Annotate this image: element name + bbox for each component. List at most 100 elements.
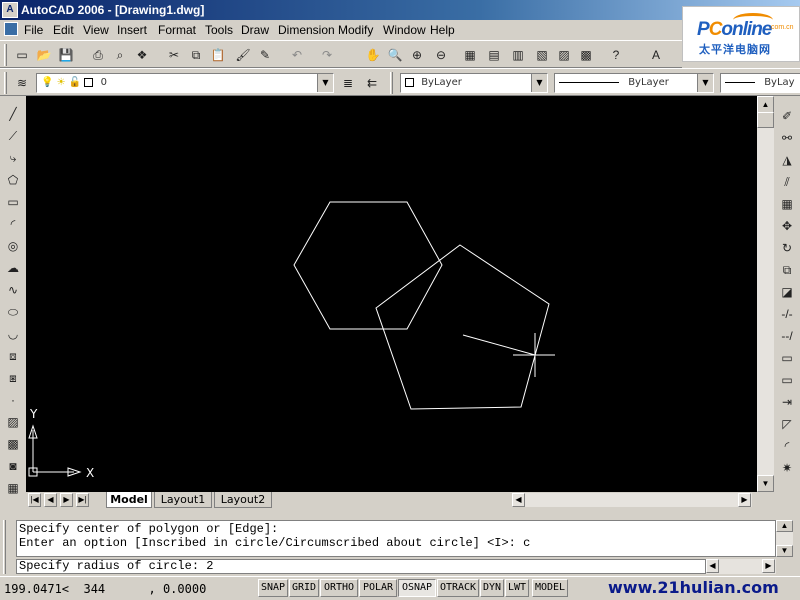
tab-layout1[interactable]: Layout1 [154, 492, 212, 508]
polyline-icon[interactable]: ⤷ [3, 148, 23, 168]
insert-block-icon[interactable]: ⧈ [3, 346, 23, 366]
vertical-scrollbar[interactable]: ▲ ▼ [757, 96, 774, 492]
last-tab-icon[interactable]: ▶| [76, 493, 89, 507]
scale-icon[interactable]: ⧉ [777, 260, 797, 280]
fillet-icon[interactable]: ◜ [777, 436, 797, 456]
chevron-down-icon[interactable]: ▼ [317, 74, 333, 92]
stretch-icon[interactable]: ◪ [777, 282, 797, 302]
layer-previous-icon[interactable]: ⇇ [362, 73, 382, 93]
menu-edit[interactable]: Edit [53, 23, 74, 37]
scroll-down-icon[interactable]: ▼ [776, 545, 793, 557]
menu-draw[interactable]: Draw [241, 23, 269, 37]
text-style-icon[interactable]: A [646, 45, 666, 65]
prev-tab-icon[interactable]: ◀ [44, 493, 57, 507]
dyn-toggle[interactable]: DYN [480, 579, 504, 597]
make-block-icon[interactable]: ⧆ [3, 368, 23, 388]
open-icon[interactable]: 📂 [34, 45, 54, 65]
rotate-icon[interactable]: ↻ [777, 238, 797, 258]
lwt-toggle[interactable]: LWT [505, 579, 529, 597]
mirror-icon[interactable]: ◮ [777, 150, 797, 170]
model-toggle[interactable]: MODEL [532, 579, 568, 597]
quickcalc-icon[interactable]: ▩ [576, 45, 596, 65]
ellipse-icon[interactable]: ⬭ [3, 302, 23, 322]
offset-icon[interactable]: ⫽ [777, 172, 797, 192]
block-editor-icon[interactable]: ✎ [255, 45, 275, 65]
scroll-right-icon[interactable]: ▶ [762, 559, 775, 573]
menu-help[interactable]: Help [430, 23, 455, 37]
design-center-icon[interactable]: ▤ [484, 45, 504, 65]
zoom-window-icon[interactable]: ⊕ [407, 45, 427, 65]
redo-icon[interactable]: ↷ [317, 45, 337, 65]
undo-icon[interactable]: ↶ [287, 45, 307, 65]
break-icon[interactable]: ▭ [777, 370, 797, 390]
scroll-up-icon[interactable]: ▲ [776, 520, 793, 532]
erase-icon[interactable]: ✐ [777, 106, 797, 126]
copy-icon[interactable]: ⧉ [186, 45, 206, 65]
help-icon[interactable]: ? [606, 45, 626, 65]
construction-line-icon[interactable]: ⟋ [3, 126, 23, 146]
chevron-down-icon[interactable]: ▼ [697, 74, 713, 92]
horizontal-scrollbar[interactable]: ◀ ▶ [512, 493, 752, 507]
command-grip[interactable] [3, 520, 6, 574]
layer-manager-icon[interactable]: ≋ [12, 73, 32, 93]
publish-icon[interactable]: ❖ [132, 45, 152, 65]
rectangle-icon[interactable]: ▭ [3, 192, 23, 212]
linetype-dropdown[interactable]: ByLayer ▼ [554, 73, 714, 93]
scroll-right-icon[interactable]: ▶ [738, 493, 751, 507]
circle-icon[interactable]: ◎ [3, 236, 23, 256]
save-icon[interactable]: 💾 [56, 45, 76, 65]
hatch-icon[interactable]: ▨ [3, 412, 23, 432]
toolbar-grip[interactable] [4, 44, 7, 66]
coordinate-readout[interactable]: 199.0471< 344 , 0.0000 [4, 581, 254, 598]
plot-icon[interactable]: ⎙ [88, 45, 108, 65]
grid-toggle[interactable]: GRID [289, 579, 319, 597]
zoom-previous-icon[interactable]: ⊖ [431, 45, 451, 65]
tab-model[interactable]: Model [106, 492, 152, 508]
arc-icon[interactable]: ◜ [3, 214, 23, 234]
scroll-left-icon[interactable]: ◀ [512, 493, 525, 507]
osnap-toggle[interactable]: OSNAP [398, 579, 436, 597]
extend-icon[interactable]: --/ [777, 326, 797, 346]
hexagon-shape[interactable] [293, 201, 443, 330]
match-properties-icon[interactable]: 🖌 [233, 45, 253, 65]
menu-view[interactable]: View [83, 23, 109, 37]
menu-file[interactable]: File [24, 23, 43, 37]
paste-icon[interactable]: 📋 [208, 45, 228, 65]
ellipse-arc-icon[interactable]: ◡ [3, 324, 23, 344]
sheet-set-icon[interactable]: ▧ [532, 45, 552, 65]
move-icon[interactable]: ✥ [777, 216, 797, 236]
autocad-app-icon[interactable]: A [2, 2, 18, 18]
break-at-point-icon[interactable]: ▭ [777, 348, 797, 368]
join-icon[interactable]: ⇥ [777, 392, 797, 412]
revision-cloud-icon[interactable]: ☁ [3, 258, 23, 278]
menu-modify[interactable]: Modify [338, 23, 373, 37]
snap-toggle[interactable]: SNAP [258, 579, 288, 597]
table-icon[interactable]: ▦ [3, 478, 23, 498]
tab-layout2[interactable]: Layout2 [214, 492, 272, 508]
document-icon[interactable] [4, 22, 18, 36]
array-icon[interactable]: ▦ [777, 194, 797, 214]
command-hscrollbar[interactable]: ◀ ▶ [706, 559, 776, 574]
trim-icon[interactable]: -/- [777, 304, 797, 324]
lineweight-dropdown[interactable]: ByLay [720, 73, 800, 93]
scroll-up-icon[interactable]: ▲ [757, 96, 774, 113]
scroll-thumb[interactable] [757, 112, 774, 128]
pan-icon[interactable]: ✋ [363, 45, 383, 65]
explode-icon[interactable]: ✷ [777, 458, 797, 478]
zoom-realtime-icon[interactable]: 🔍 [385, 45, 405, 65]
copy-object-icon[interactable]: ⚯ [777, 128, 797, 148]
gradient-icon[interactable]: ▩ [3, 434, 23, 454]
point-icon[interactable]: · [3, 390, 23, 410]
cut-icon[interactable]: ✂ [164, 45, 184, 65]
make-object-layer-current-icon[interactable]: ≣ [338, 73, 358, 93]
scroll-down-icon[interactable]: ▼ [757, 475, 774, 492]
toolbar-grip[interactable] [4, 72, 7, 94]
new-icon[interactable]: ▭ [12, 45, 32, 65]
ortho-toggle[interactable]: ORTHO [320, 579, 358, 597]
next-tab-icon[interactable]: ▶ [60, 493, 73, 507]
menu-dimension[interactable]: Dimension [278, 23, 335, 37]
color-dropdown[interactable]: ByLayer ▼ [400, 73, 548, 93]
menu-format[interactable]: Format [158, 23, 196, 37]
toolbar-grip[interactable] [390, 72, 393, 94]
scroll-left-icon[interactable]: ◀ [706, 559, 719, 573]
